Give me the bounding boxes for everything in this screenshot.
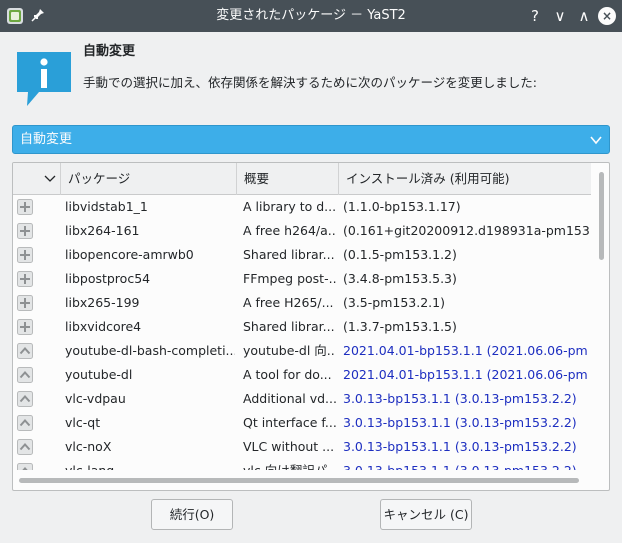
package-version: (3.5-pm153.2.1) <box>343 295 445 310</box>
table-row[interactable]: youtube-dl-bash-completi... youtube-dl 向.… <box>13 339 591 363</box>
cancel-button[interactable]: キャンセル (C) <box>380 499 472 530</box>
table-row[interactable]: vlc-lang vlc 向け翻訳パ... 3.0.13-bp153.1.1 (3.… <box>13 459 591 470</box>
update-status-icon[interactable] <box>17 463 33 470</box>
table-row[interactable]: vlc-vdpau Additional vd... 3.0.13-bp153.1.… <box>13 387 591 411</box>
package-name: vlc-vdpau <box>65 391 126 406</box>
package-version: 2021.04.01-bp153.1.1 (2021.06.06-pm15 <box>343 343 589 358</box>
table-row[interactable]: youtube-dl A tool for do... 2021.04.01-bp1… <box>13 363 591 387</box>
title-bar: 変更されたパッケージ － YaST2 ? ∨ ∧ × <box>0 0 622 32</box>
help-button[interactable]: ? <box>525 6 545 26</box>
close-button[interactable]: × <box>598 7 616 25</box>
sort-chevron-down-icon <box>44 175 56 182</box>
continue-button[interactable]: 続行(O) <box>151 499 233 530</box>
update-status-icon[interactable] <box>17 391 33 407</box>
status-column-header[interactable] <box>13 163 61 195</box>
table-row[interactable]: libpostproc54 FFmpeg post-... (3.4.8-pm153… <box>13 267 591 291</box>
vertical-scrollbar[interactable] <box>592 163 609 470</box>
package-summary: VLC without ... <box>243 439 335 454</box>
package-name: libx264-161 <box>65 223 140 238</box>
maximize-button[interactable]: ∧ <box>574 6 594 26</box>
installed-column-header[interactable]: インストール済み (利用可能) <box>339 163 591 195</box>
package-summary: vlc 向け翻訳パ... <box>243 459 336 470</box>
package-summary: Shared librar... <box>243 247 335 262</box>
package-name: libopencore-amrwb0 <box>65 247 194 262</box>
package-version: 3.0.13-bp153.1.1 (3.0.13-pm153.2.2) <box>343 439 577 454</box>
table-row[interactable]: libxvidcore4 Shared librar... (1.3.7-pm153… <box>13 315 591 339</box>
filter-dropdown-value: 自動変更 <box>20 132 73 147</box>
package-column-header[interactable]: パッケージ <box>61 163 237 195</box>
package-summary: A free H265/... <box>243 295 334 310</box>
package-name: libvidstab1_1 <box>65 199 148 214</box>
package-version: (0.161+git20200912.d198931a-pm153.2. <box>343 223 589 238</box>
package-name: libxvidcore4 <box>65 319 142 334</box>
update-status-icon[interactable] <box>17 367 33 383</box>
info-icon <box>17 52 71 106</box>
package-summary: youtube-dl 向... <box>243 343 336 358</box>
package-version: 2021.04.01-bp153.1.1 (2021.06.06-pm15 <box>343 367 589 382</box>
table-row[interactable]: libopencore-amrwb0 Shared librar... (0.1.5… <box>13 243 591 267</box>
package-version: 3.0.13-bp153.1.1 (3.0.13-pm153.2.2) <box>343 391 577 406</box>
package-table: パッケージ 概要 インストール済み (利用可能) libvidstab1_1 A … <box>12 162 610 491</box>
package-summary: A library to d... <box>243 199 336 214</box>
summary-column-header[interactable]: 概要 <box>237 163 339 195</box>
table-row[interactable]: libx265-199 A free H265/... (3.5-pm153.2.1… <box>13 291 591 315</box>
package-name: vlc-qt <box>65 415 101 430</box>
page-description: 手動での選択に加え、依存関係を解決するために次のパッケージを変更しました: <box>83 75 537 90</box>
package-summary: Additional vd... <box>243 391 336 406</box>
package-name: vlc-lang <box>65 459 235 470</box>
install-status-icon[interactable] <box>17 295 33 311</box>
package-summary: A tool for do... <box>243 367 332 382</box>
table-row[interactable]: vlc-noX VLC without ... 3.0.13-bp153.1.1 (… <box>13 435 591 459</box>
package-name: youtube-dl-bash-completi... <box>65 343 235 358</box>
package-version: 3.0.13-bp153.1.1 (3.0.13-pm153.2.2) <box>343 415 577 430</box>
update-status-icon[interactable] <box>17 439 33 455</box>
chevron-down-icon <box>590 136 602 145</box>
package-name: libpostproc54 <box>65 271 151 286</box>
table-row[interactable]: vlc-qt Qt interface f... 3.0.13-bp153.1.1 … <box>13 411 591 435</box>
horizontal-scrollbar-thumb[interactable] <box>19 478 579 483</box>
package-summary: Shared librar... <box>243 319 335 334</box>
install-status-icon[interactable] <box>17 271 33 287</box>
install-status-icon[interactable] <box>17 199 33 215</box>
minimize-button[interactable]: ∨ <box>550 6 570 26</box>
package-version: (3.4.8-pm153.5.3) <box>343 271 457 286</box>
filter-dropdown[interactable]: 自動変更 <box>12 125 610 154</box>
install-status-icon[interactable] <box>17 319 33 335</box>
package-summary: Qt interface f... <box>243 415 336 430</box>
table-row[interactable]: libvidstab1_1 A library to d... (1.1.0-bp1… <box>13 195 591 219</box>
table-row[interactable]: libx264-161 A free h264/a... (0.161+git202… <box>13 219 591 243</box>
package-summary: FFmpeg post-... <box>243 271 336 286</box>
update-status-icon[interactable] <box>17 343 33 359</box>
package-version: (0.1.5-pm153.1.2) <box>343 247 457 262</box>
page-title: 自動変更 <box>83 44 136 59</box>
package-version: (1.3.7-pm153.1.5) <box>343 319 457 334</box>
package-name: vlc-noX <box>65 439 112 454</box>
package-version: 3.0.13-bp153.1.1 (3.0.13-pm153.2.2) <box>343 459 589 470</box>
package-name: youtube-dl <box>65 367 133 382</box>
package-summary: A free h264/a... <box>243 223 336 238</box>
package-version: (1.1.0-bp153.1.17) <box>343 199 461 214</box>
horizontal-scrollbar[interactable] <box>13 472 591 490</box>
vertical-scrollbar-thumb[interactable] <box>599 172 604 260</box>
install-status-icon[interactable] <box>17 247 33 263</box>
package-name: libx265-199 <box>65 295 140 310</box>
update-status-icon[interactable] <box>17 415 33 431</box>
table-header: パッケージ 概要 インストール済み (利用可能) <box>13 163 591 195</box>
install-status-icon[interactable] <box>17 223 33 239</box>
table-body: libvidstab1_1 A library to d... (1.1.0-bp1… <box>13 195 591 470</box>
